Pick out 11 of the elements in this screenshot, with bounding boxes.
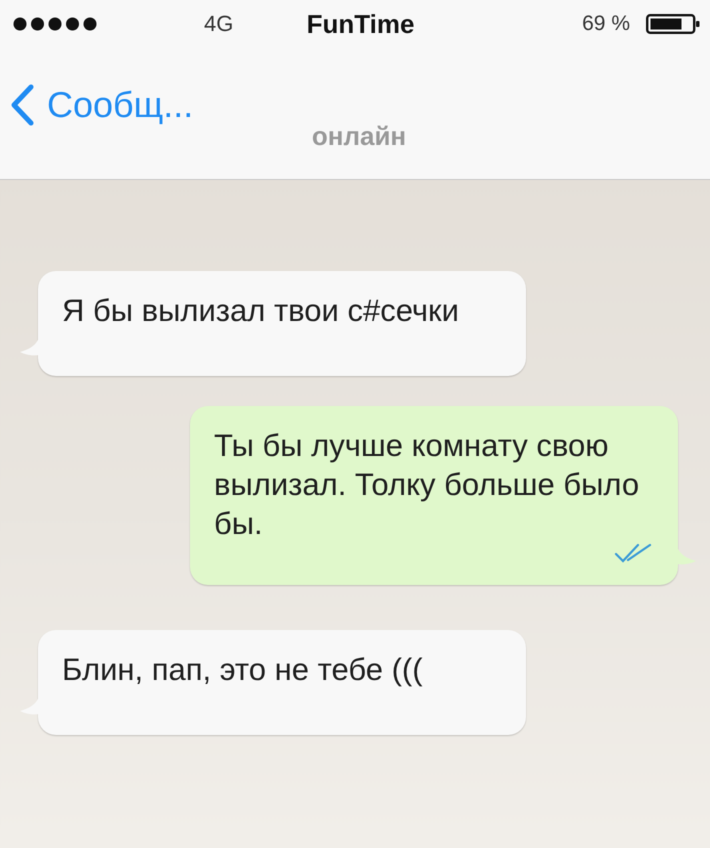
network-label: 4G <box>204 11 234 37</box>
battery-icon <box>646 14 700 34</box>
signal-icon <box>13 17 97 31</box>
message-text: Я бы вылизал твои с#сечки <box>62 292 459 330</box>
status-title: FunTime <box>306 8 414 40</box>
back-button[interactable]: Сообщ... <box>9 83 198 127</box>
online-status: онлайн <box>312 121 406 152</box>
message-text: Блин, пап, это не тебе ((( <box>62 651 423 689</box>
chevron-left-icon <box>9 84 35 126</box>
battery-percent: 69 % <box>582 12 630 36</box>
message-text: Ты бы лучше комнату свою вылизал. Толку больше было бы. <box>214 427 640 543</box>
